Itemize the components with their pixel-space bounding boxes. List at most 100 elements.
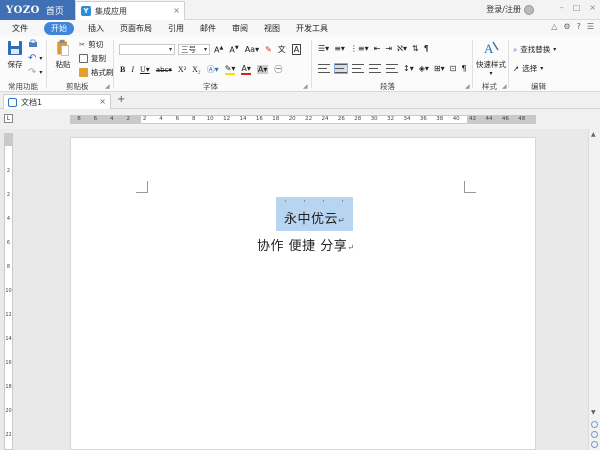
borders-icon[interactable]: ⊞▾ <box>434 64 445 73</box>
strikethrough-icon[interactable]: abc▾ <box>156 66 172 74</box>
ribbon: 保存 ↶ ▾ ↷ ▾ 常用功能 粘贴 ✂ 剪切 复制 格式刷 剪贴板 ◢ ▾ 三号 ▾ … <box>0 36 600 92</box>
document-tab-strip: 文档1 × + <box>0 92 600 109</box>
menu-view[interactable]: 视图 <box>264 23 280 34</box>
clipboard-launcher-icon[interactable]: ◢ <box>105 83 110 90</box>
style-launcher-icon[interactable]: ◢ <box>502 83 507 90</box>
undo-icon[interactable]: ↶ ▾ <box>28 53 42 64</box>
char-border-icon[interactable]: A <box>291 44 302 55</box>
menu-file[interactable]: 文件 <box>12 23 28 34</box>
superscript-icon[interactable]: X² <box>178 65 186 74</box>
title-bar: YOZO 首页 Y 集成应用 × 登录/注册 – □ × <box>0 0 600 20</box>
phonetic-icon[interactable]: 文 <box>278 44 286 55</box>
maximize-button[interactable]: □ <box>573 3 581 12</box>
show-marks-icon[interactable]: ¶ <box>424 44 429 53</box>
change-case-icon[interactable]: Aa▾ <box>245 45 259 54</box>
bullets-icon[interactable]: ☰▾ <box>318 44 329 53</box>
close-document-icon[interactable]: × <box>99 97 106 106</box>
multilevel-list-icon[interactable]: ⋮≡▾ <box>350 44 369 53</box>
select-button[interactable]: ➚ 选择 ▾ <box>513 63 543 74</box>
shrink-font-icon[interactable]: A▼ <box>229 45 238 55</box>
horizontal-ruler[interactable]: 8 6 4 2 2 4 6 8 10 12 14 16 18 20 22 24 26 28 30 32 34 36 38 40… <box>70 115 536 124</box>
menu-home[interactable]: 开始 <box>44 21 74 35</box>
clear-format-icon[interactable]: ✎ <box>265 45 272 54</box>
copy-label: 复制 <box>91 54 106 63</box>
ruler-tick: 16 <box>5 360 12 366</box>
ruler-tick: 12 <box>5 312 12 318</box>
line1-wrap: 永中优云↵ <box>284 208 345 227</box>
sort-icon[interactable]: ⇅ <box>412 44 419 53</box>
ruler-tick: 32 <box>387 116 395 122</box>
save-button[interactable]: 保存 <box>6 39 24 70</box>
close-window-button[interactable]: × <box>589 3 596 12</box>
quick-styles-button[interactable]: A 快速样式 ▾ <box>476 39 506 77</box>
copy-button[interactable]: 复制 <box>79 53 106 64</box>
chinese-layout-icon[interactable]: ℵ▾ <box>397 44 407 53</box>
menu-developer[interactable]: 开发工具 <box>296 23 328 34</box>
cut-button[interactable]: ✂ 剪切 <box>79 39 103 50</box>
menu-references[interactable]: 引用 <box>168 23 184 34</box>
yozo-home-tab[interactable]: YOZO 首页 <box>0 0 75 20</box>
emphasis-dots: · · · · <box>284 197 351 206</box>
grow-font-icon[interactable]: A▲ <box>214 45 223 55</box>
previous-page-icon[interactable] <box>591 421 598 428</box>
collapse-ribbon-icon[interactable]: △ <box>551 22 557 31</box>
enclose-char-icon[interactable]: ㊀ <box>274 64 282 75</box>
menu-insert[interactable]: 插入 <box>88 23 104 34</box>
help-icon[interactable]: ? <box>577 22 581 31</box>
format-painter-button[interactable]: 格式刷 <box>79 67 114 78</box>
redo-icon[interactable]: ↷ ▾ <box>28 67 42 78</box>
integrated-apps-tab[interactable]: Y 集成应用 × <box>75 1 185 20</box>
scroll-up-icon[interactable]: ▲ <box>591 131 596 138</box>
vertical-scrollbar[interactable]: ▲ ▼ <box>588 129 600 450</box>
font-size-select[interactable]: 三号 ▾ <box>178 44 210 55</box>
minimize-button[interactable]: – <box>560 3 564 12</box>
document-tab[interactable]: 文档1 × <box>3 94 111 109</box>
text-effect-icon[interactable]: Ⓐ▾ <box>207 64 219 75</box>
font-launcher-icon[interactable]: ◢ <box>303 83 308 90</box>
margin-mark-top-left <box>136 181 148 193</box>
divider <box>508 40 509 88</box>
close-tab-icon[interactable]: × <box>173 6 180 15</box>
browse-object-icon[interactable] <box>591 431 598 438</box>
decrease-indent-icon[interactable]: ⇤ <box>374 44 381 53</box>
ruler-tick: 40 <box>452 116 460 122</box>
menu-review[interactable]: 审阅 <box>232 23 248 34</box>
align-center-icon[interactable] <box>334 63 348 74</box>
menu-mailings[interactable]: 邮件 <box>200 23 216 34</box>
settings-icon[interactable]: ⚙ <box>563 22 570 31</box>
login-register-link[interactable]: 登录/注册 <box>486 4 534 15</box>
paste-button[interactable]: 粘贴 <box>54 39 72 70</box>
menu-page-layout[interactable]: 页面布局 <box>120 23 152 34</box>
highlight-icon[interactable]: ✎▾ <box>224 64 236 75</box>
selected-text-line[interactable]: · · · · 永中优云↵ <box>276 197 353 231</box>
distribute-icon[interactable] <box>386 64 398 73</box>
font-size-value: 三号 <box>181 45 196 54</box>
document-line-2-wrap[interactable]: 协作 便捷 分享↵ <box>257 235 354 254</box>
bold-icon[interactable]: B <box>120 65 125 74</box>
shading-icon[interactable]: ◈▾ <box>419 64 429 73</box>
italic-icon[interactable]: I <box>131 65 134 74</box>
vertical-ruler[interactable]: 224681012141618202224 <box>4 133 13 450</box>
scroll-down-icon[interactable]: ▼ <box>591 409 596 416</box>
justify-icon[interactable] <box>369 64 381 73</box>
next-page-icon[interactable] <box>591 441 598 448</box>
new-tab-button[interactable]: + <box>117 94 125 105</box>
options-icon[interactable]: ☰ <box>587 22 594 31</box>
group-paragraph-label: 段落 <box>380 82 395 91</box>
subscript-icon[interactable]: X₂ <box>192 65 201 74</box>
char-shading-icon[interactable]: A▾ <box>256 65 269 74</box>
numbering-icon[interactable]: ≡▾ <box>334 44 345 53</box>
print-icon[interactable] <box>28 39 38 49</box>
paragraph-mark-icon[interactable]: ¶ <box>461 64 466 73</box>
font-color-icon[interactable]: A▾ <box>241 64 251 75</box>
find-replace-button[interactable]: ⌕ 查找替换 ▾ <box>513 44 556 55</box>
tab-selector[interactable]: L <box>4 114 13 123</box>
line-spacing-icon[interactable]: ↕▾ <box>403 64 414 73</box>
underline-icon[interactable]: U▾ <box>140 65 150 74</box>
increase-indent-icon[interactable]: ⇥ <box>385 44 392 53</box>
align-left-icon[interactable] <box>318 64 330 73</box>
font-name-select[interactable]: ▾ <box>119 44 175 55</box>
tab-stop-icon[interactable]: ⊡ <box>450 64 457 73</box>
paragraph-launcher-icon[interactable]: ◢ <box>465 83 470 90</box>
align-right-icon[interactable] <box>352 64 364 73</box>
